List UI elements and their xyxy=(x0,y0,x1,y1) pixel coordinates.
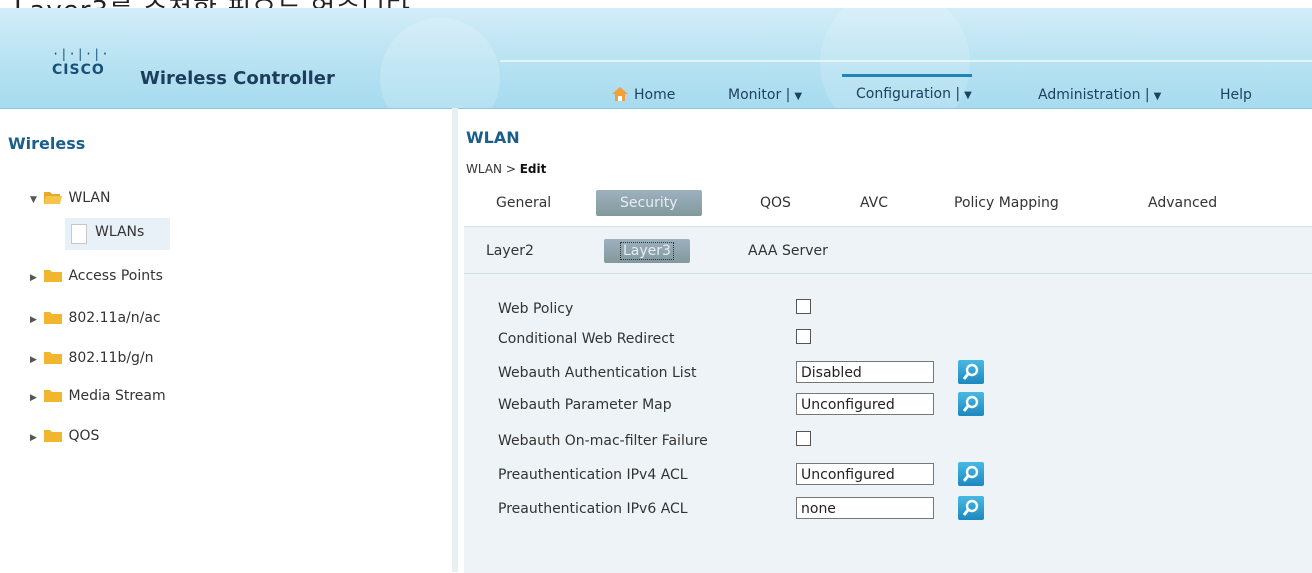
collapsed-arrow-icon: ▶ xyxy=(30,273,37,283)
open-folder-icon xyxy=(44,192,63,204)
search-icon xyxy=(962,395,979,412)
search-icon xyxy=(962,363,979,380)
collapsed-arrow-icon: ▶ xyxy=(30,433,37,443)
nav-monitor[interactable]: Monitor | ▼ xyxy=(728,78,803,108)
preauth-ipv6-select[interactable]: none xyxy=(796,497,934,519)
cisco-bars-icon: ·|·|·|· xyxy=(52,47,110,61)
chevron-down-icon: ▼ xyxy=(1153,91,1162,102)
pane-divider[interactable] xyxy=(452,108,458,572)
folder-icon xyxy=(44,312,63,324)
app-header: ·|·|·|· CISCO Wireless Controller Home M… xyxy=(0,8,1312,109)
home-icon xyxy=(612,87,628,101)
preauth-ipv4-select[interactable]: Unconfigured xyxy=(796,463,934,485)
webauth-param-map-lookup-button[interactable] xyxy=(958,392,984,416)
preauth-ipv4-lookup-button[interactable] xyxy=(958,462,984,486)
webauth-param-map-select[interactable]: Unconfigured xyxy=(796,393,934,415)
chevron-down-icon: ▼ xyxy=(794,91,803,102)
conditional-redirect-label: Conditional Web Redirect xyxy=(498,331,675,347)
sidebar-title: Wireless xyxy=(8,134,86,153)
security-panel: Layer2 Layer3 AAA Server Web Policy Cond… xyxy=(464,226,1312,573)
tab-advanced[interactable]: Advanced xyxy=(1148,190,1217,216)
collapsed-arrow-icon: ▶ xyxy=(30,355,37,365)
collapsed-arrow-icon: ▶ xyxy=(30,315,37,325)
main-content: WLAN WLAN > Edit General Security QOS AV… xyxy=(462,118,1312,573)
sidebar-item-qos[interactable]: ▶ QOS xyxy=(30,424,99,448)
webauth-param-map-label: Webauth Parameter Map xyxy=(498,397,672,413)
tab-general[interactable]: General xyxy=(496,190,551,216)
sidebar-item-80211b[interactable]: ▶ 802.11b/g/n xyxy=(30,346,154,370)
breadcrumb: WLAN > Edit xyxy=(466,162,547,176)
sidebar-item-80211a[interactable]: ▶ 802.11a/n/ac xyxy=(30,306,161,330)
cisco-wordmark: CISCO xyxy=(52,62,105,78)
collapsed-arrow-icon: ▶ xyxy=(30,393,37,403)
subtab-layer3[interactable]: Layer3 xyxy=(604,239,690,263)
preauth-ipv4-label: Preauthentication IPv4 ACL xyxy=(498,467,688,483)
conditional-redirect-checkbox[interactable] xyxy=(796,329,811,344)
expanded-arrow-icon: ▼ xyxy=(30,195,37,205)
sidebar-item-wlans[interactable]: WLANs xyxy=(65,218,170,250)
tab-security[interactable]: Security xyxy=(596,190,702,216)
nav-configuration[interactable]: Configuration | ▼ xyxy=(842,74,972,108)
nav-administration[interactable]: Administration | ▼ xyxy=(1038,78,1162,108)
tab-avc[interactable]: AVC xyxy=(860,190,888,216)
chevron-down-icon: ▼ xyxy=(964,90,972,101)
sidebar-item-wlan[interactable]: ▼ WLAN xyxy=(30,186,110,210)
nav-home[interactable]: Home xyxy=(612,78,675,108)
search-icon xyxy=(962,499,979,516)
search-icon xyxy=(962,465,979,482)
webauth-on-mac-checkbox[interactable] xyxy=(796,431,811,446)
document-icon xyxy=(71,224,87,244)
page-title: WLAN xyxy=(466,128,520,147)
sidebar-item-access-points[interactable]: ▶ Access Points xyxy=(30,264,163,288)
subtab-aaa-server[interactable]: AAA Server xyxy=(748,239,828,263)
preauth-ipv6-lookup-button[interactable] xyxy=(958,496,984,520)
cisco-logo: ·|·|·|· CISCO xyxy=(52,48,110,78)
webauth-list-select[interactable]: Disabled xyxy=(796,361,934,383)
folder-icon xyxy=(44,352,63,364)
tab-policy-mapping[interactable]: Policy Mapping xyxy=(954,190,1059,216)
sidebar: Wireless ▼ WLAN WLANs ▶ Access Points ▶ … xyxy=(0,118,450,572)
webauth-on-mac-label: Webauth On-mac-filter Failure xyxy=(498,433,708,449)
web-policy-checkbox[interactable] xyxy=(796,299,811,314)
tab-qos[interactable]: QOS xyxy=(760,190,791,216)
subtab-layer2[interactable]: Layer2 xyxy=(486,239,534,263)
folder-icon xyxy=(44,270,63,282)
tab-bar: General Security QOS AVC Policy Mapping … xyxy=(462,180,1312,224)
folder-icon xyxy=(44,390,63,402)
sidebar-item-media-stream[interactable]: ▶ Media Stream xyxy=(30,384,166,408)
web-policy-label: Web Policy xyxy=(498,301,574,317)
folder-icon xyxy=(44,430,63,442)
webauth-list-label: Webauth Authentication List xyxy=(498,365,697,381)
preauth-ipv6-label: Preauthentication IPv6 ACL xyxy=(498,501,688,517)
app-title: Wireless Controller xyxy=(140,68,335,89)
nav-help[interactable]: Help xyxy=(1220,78,1252,108)
webauth-list-lookup-button[interactable] xyxy=(958,360,984,384)
